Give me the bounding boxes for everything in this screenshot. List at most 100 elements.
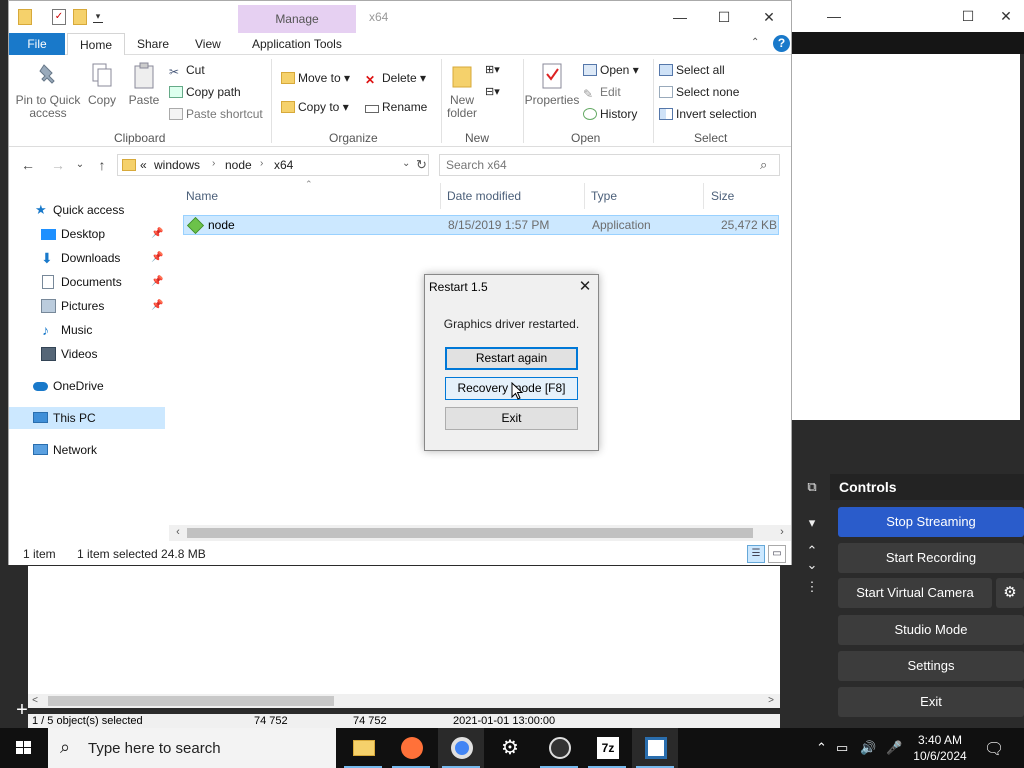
dock-float-icon[interactable]: ⧉	[802, 478, 822, 496]
tab-file[interactable]: File	[9, 33, 65, 55]
restart-again-button[interactable]: Restart again	[445, 347, 578, 370]
volume-icon[interactable]: 🔊	[860, 740, 876, 756]
minimize-icon[interactable]: —	[657, 5, 703, 29]
forward-arrow-icon[interactable]: →	[49, 157, 67, 173]
obs-horizontal-scrollbar[interactable]: < >	[28, 694, 780, 708]
copy-button[interactable]: Copy	[85, 61, 119, 107]
large-icons-view-icon[interactable]: ▭	[768, 545, 786, 563]
sidebar-item-music[interactable]: ♪ Music	[9, 319, 165, 341]
properties-quick-icon[interactable]: ✓	[52, 9, 66, 25]
new-folder-quick-icon[interactable]	[73, 9, 87, 25]
tab-home[interactable]: Home	[67, 33, 126, 56]
sidebar-item-documents[interactable]: Documents 📌	[9, 271, 165, 293]
scroll-left-icon[interactable]: ‹	[171, 526, 185, 538]
open-button[interactable]: Open ▾	[583, 61, 639, 79]
taskbar-search[interactable]: ⌕ Type here to search	[48, 728, 336, 768]
move-to-button[interactable]: Move to ▾	[281, 69, 350, 87]
search-input[interactable]	[446, 157, 746, 173]
paste-shortcut-button[interactable]: Paste shortcut	[169, 105, 263, 123]
chevron-right-icon[interactable]: ›	[260, 158, 263, 169]
column-header-date[interactable]: Date modified	[447, 189, 521, 203]
sidebar-item-videos[interactable]: Videos	[9, 343, 165, 365]
sidebar-item-quick-access[interactable]: ★ Quick access	[9, 199, 165, 221]
delete-button[interactable]: ✕ Delete ▾	[365, 69, 426, 87]
sidebar-item-downloads[interactable]: ⬇ Downloads 📌	[9, 247, 165, 269]
column-header-type[interactable]: Type	[591, 189, 617, 203]
chevron-right-icon[interactable]: ›	[212, 158, 215, 169]
up-arrow-icon[interactable]: ↑	[93, 157, 111, 173]
pin-icon[interactable]: 📌	[151, 247, 163, 269]
microphone-icon[interactable]: 🎤	[886, 740, 902, 756]
properties-button[interactable]: Properties	[523, 61, 581, 107]
gear-icon[interactable]: ⚙	[996, 578, 1024, 608]
chevron-down-icon[interactable]: ⌄	[802, 556, 822, 574]
back-arrow-icon[interactable]: ←	[19, 157, 37, 173]
stop-streaming-button[interactable]: Stop Streaming	[838, 507, 1024, 537]
recent-locations-icon[interactable]: ⌄	[71, 157, 89, 173]
chevron-up-icon[interactable]: ⌃	[816, 740, 827, 756]
table-row[interactable]: node 8/15/2019 1:57 PM Application 25,47…	[183, 215, 779, 235]
restart-tool-taskbar-button[interactable]	[632, 728, 678, 768]
7zip-taskbar-button[interactable]: 7z	[584, 728, 630, 768]
tab-application-tools[interactable]: Application Tools	[240, 33, 354, 55]
edit-button[interactable]: ✎ Edit	[583, 83, 621, 101]
sidebar-item-this-pc[interactable]: This PC	[9, 407, 165, 429]
notifications-icon[interactable]: 🗨	[984, 739, 1004, 759]
scrollbar-thumb[interactable]	[187, 528, 753, 538]
invert-selection-button[interactable]: Invert selection	[659, 105, 757, 123]
network-status-icon[interactable]: ▭	[836, 740, 848, 756]
exit-button[interactable]: Exit	[445, 407, 578, 430]
easy-access-icon[interactable]: ⊟▾	[485, 83, 500, 101]
tab-view[interactable]: View	[183, 33, 233, 55]
close-icon[interactable]: ✕	[575, 277, 595, 297]
scroll-right-icon[interactable]: ›	[775, 526, 789, 538]
breadcrumb-windows[interactable]: windows	[154, 158, 200, 172]
settings-taskbar-button[interactable]: ⚙	[486, 728, 532, 768]
chevron-down-icon[interactable]: ⌄	[402, 158, 410, 169]
divider[interactable]	[584, 183, 585, 209]
clock[interactable]: 3:40 AM 10/6/2024	[908, 732, 972, 764]
minimize-icon[interactable]: —	[824, 6, 844, 26]
pin-icon[interactable]: 📌	[151, 223, 163, 245]
copy-path-button[interactable]: Copy path	[169, 83, 241, 101]
obs-exit-button[interactable]: Exit	[838, 687, 1024, 717]
start-recording-button[interactable]: Start Recording	[838, 543, 1024, 573]
refresh-icon[interactable]: ↻	[416, 157, 427, 173]
scroll-right-icon[interactable]: >	[764, 694, 778, 708]
details-view-icon[interactable]: ☰	[747, 545, 765, 563]
pin-icon[interactable]: 📌	[151, 295, 163, 317]
history-button[interactable]: History	[583, 105, 637, 123]
help-icon[interactable]: ?	[773, 35, 790, 52]
column-header-size[interactable]: Size	[711, 189, 734, 203]
chevron-down-icon[interactable]: ▾	[802, 514, 822, 532]
start-button[interactable]	[0, 728, 48, 768]
close-icon[interactable]: ✕	[746, 5, 792, 29]
start-virtual-camera-button[interactable]: Start Virtual Camera	[838, 578, 992, 608]
sidebar-item-pictures[interactable]: Pictures 📌	[9, 295, 165, 317]
more-options-icon[interactable]: ⋮	[802, 578, 822, 596]
settings-button[interactable]: Settings	[838, 651, 1024, 681]
obs-taskbar-button[interactable]	[536, 728, 582, 768]
search-box[interactable]: ⌕	[439, 154, 780, 176]
rename-button[interactable]: Rename	[365, 98, 427, 116]
search-icon[interactable]: ⌕	[760, 157, 767, 173]
studio-mode-button[interactable]: Studio Mode	[838, 615, 1024, 645]
breadcrumb-overflow[interactable]: «	[140, 158, 147, 172]
sidebar-item-network[interactable]: Network	[9, 439, 165, 461]
tab-share[interactable]: Share	[125, 33, 181, 55]
address-bar[interactable]: « windows › node › x64 ⌄ ↻	[117, 154, 429, 176]
chrome-taskbar-button[interactable]	[438, 728, 484, 768]
horizontal-scrollbar[interactable]: ‹ ›	[169, 525, 791, 541]
chevron-up-icon[interactable]: ⌃	[751, 37, 759, 48]
breadcrumb-x64[interactable]: x64	[274, 158, 293, 172]
firefox-taskbar-button[interactable]	[388, 728, 434, 768]
breadcrumb-node[interactable]: node	[225, 158, 252, 172]
new-folder-button[interactable]: New folder	[443, 61, 481, 120]
select-all-button[interactable]: Select all	[659, 61, 725, 79]
maximize-icon[interactable]: ☐	[701, 5, 747, 29]
file-explorer-taskbar-button[interactable]	[340, 728, 386, 768]
sidebar-item-onedrive[interactable]: OneDrive	[9, 375, 165, 397]
copy-to-button[interactable]: Copy to ▾	[281, 98, 349, 116]
scrollbar-thumb[interactable]	[48, 696, 334, 706]
cut-button[interactable]: ✂ Cut	[169, 61, 205, 79]
